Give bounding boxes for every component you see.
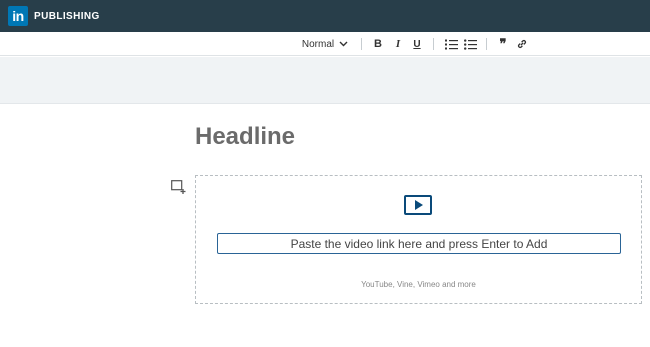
italic-button[interactable]: I (392, 36, 404, 52)
publishing-label: PUBLISHING (34, 10, 100, 22)
supported-sources-hint: YouTube, Vine, Vimeo and more (361, 280, 476, 289)
quote-button[interactable]: ❞ (497, 36, 509, 52)
numbered-list-button[interactable] (444, 36, 458, 52)
linkedin-publishing-logo[interactable]: in PUBLISHING (8, 6, 100, 26)
bulleted-list-button[interactable] (463, 36, 477, 52)
top-navigation-bar: in PUBLISHING (0, 0, 650, 32)
cover-image-area[interactable] (0, 57, 650, 104)
link-icon (517, 39, 527, 49)
video-link-input[interactable] (217, 233, 621, 254)
bulleted-list-icon (463, 38, 477, 50)
video-embed-block: YouTube, Vine, Vimeo and more (195, 175, 642, 304)
add-media-button[interactable] (171, 180, 187, 194)
toolbar-divider (361, 38, 362, 50)
numbered-list-icon (444, 39, 458, 49)
headline-field[interactable]: Headline (195, 123, 295, 151)
linkedin-logo-icon: in (8, 6, 28, 26)
text-style-dropdown[interactable]: Normal (300, 36, 350, 52)
toolbar-divider (433, 38, 434, 50)
video-play-icon (404, 195, 432, 215)
toolbar-divider (486, 38, 487, 50)
text-style-label: Normal (301, 38, 335, 50)
underline-button[interactable]: U (411, 36, 423, 52)
bold-button[interactable]: B (372, 36, 384, 52)
formatting-toolbar: Normal B I U ❞ (0, 32, 650, 56)
chevron-down-icon (339, 41, 348, 47)
link-button[interactable] (516, 36, 528, 52)
add-media-icon (171, 180, 186, 194)
